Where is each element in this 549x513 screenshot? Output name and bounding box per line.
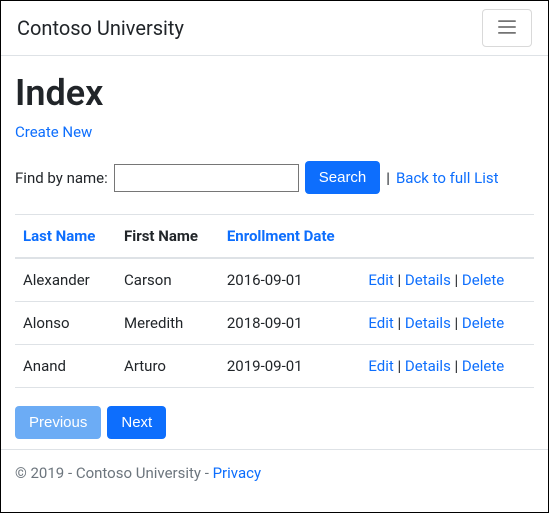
students-table: Last Name First Name Enrollment Date Ale…: [15, 214, 534, 388]
col-actions: [360, 215, 534, 259]
previous-button[interactable]: Previous: [15, 406, 101, 439]
cell-enrollment-date: 2016-09-01: [219, 258, 361, 302]
cell-first-name: Arturo: [116, 345, 219, 388]
navbar-toggler-button[interactable]: [482, 9, 532, 47]
privacy-link[interactable]: Privacy: [213, 464, 261, 482]
cell-enrollment-date: 2018-09-01: [219, 302, 361, 345]
cell-first-name: Carson: [116, 258, 219, 302]
cell-last-name: Alonso: [15, 302, 116, 345]
cell-last-name: Anand: [15, 345, 116, 388]
back-to-full-list-link[interactable]: Back to full List: [396, 169, 499, 187]
table-row: AnandArturo2019-09-01Edit | Details | De…: [15, 345, 534, 388]
navbar-brand[interactable]: Contoso University: [17, 16, 184, 40]
footer-text: © 2019 - Contoso University -: [15, 464, 213, 482]
details-link[interactable]: Details: [405, 271, 451, 289]
next-button[interactable]: Next: [107, 406, 166, 439]
cell-actions: Edit | Details | Delete: [360, 302, 534, 345]
table-row: AlexanderCarson2016-09-01Edit | Details …: [15, 258, 534, 302]
search-input[interactable]: [114, 164, 299, 192]
details-link[interactable]: Details: [405, 314, 451, 332]
col-first-name: First Name: [116, 215, 219, 259]
navbar: Contoso University: [1, 1, 548, 56]
delete-link[interactable]: Delete: [462, 357, 504, 375]
search-label: Find by name:: [15, 169, 108, 187]
details-link[interactable]: Details: [405, 357, 451, 375]
cell-first-name: Meredith: [116, 302, 219, 345]
edit-link[interactable]: Edit: [368, 314, 393, 332]
col-enrollment-date-sort[interactable]: Enrollment Date: [227, 227, 335, 245]
col-last-name-sort[interactable]: Last Name: [23, 227, 95, 245]
edit-link[interactable]: Edit: [368, 357, 393, 375]
table-row: AlonsoMeredith2018-09-01Edit | Details |…: [15, 302, 534, 345]
search-row: Find by name: Search | Back to full List: [15, 161, 534, 194]
create-new-link[interactable]: Create New: [15, 123, 92, 141]
hamburger-icon: [496, 16, 518, 41]
pager: Previous Next: [15, 406, 534, 439]
page-title: Index: [15, 72, 534, 114]
cell-last-name: Alexander: [15, 258, 116, 302]
separator: |: [386, 169, 390, 187]
edit-link[interactable]: Edit: [368, 271, 393, 289]
cell-enrollment-date: 2019-09-01: [219, 345, 361, 388]
delete-link[interactable]: Delete: [462, 314, 504, 332]
delete-link[interactable]: Delete: [462, 271, 504, 289]
cell-actions: Edit | Details | Delete: [360, 258, 534, 302]
cell-actions: Edit | Details | Delete: [360, 345, 534, 388]
main-container: Index Create New Find by name: Search | …: [1, 56, 548, 449]
search-button[interactable]: Search: [305, 161, 381, 194]
footer: © 2019 - Contoso University - Privacy: [1, 449, 548, 496]
